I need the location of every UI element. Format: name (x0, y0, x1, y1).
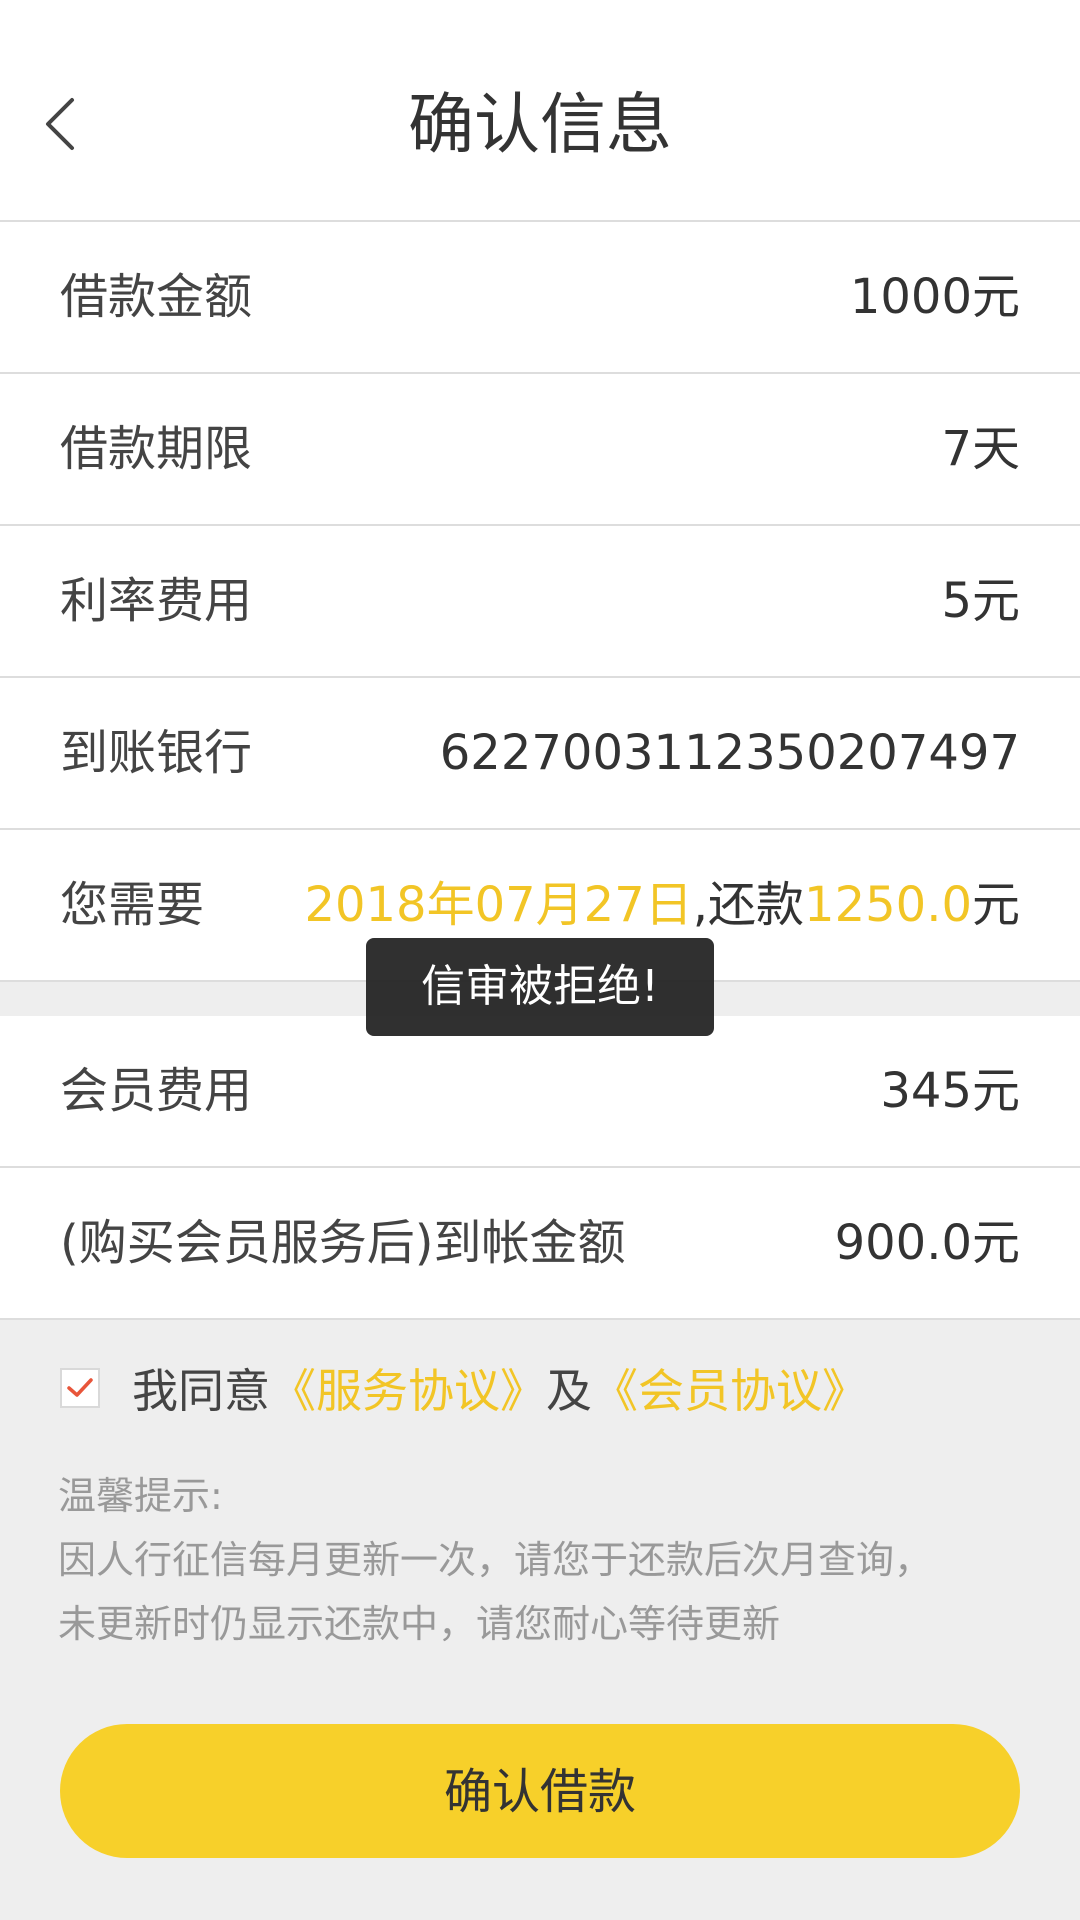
loan-amount-value: 1000元 (849, 269, 1020, 325)
tips-block: 温馨提示: 因人行征信每月更新一次，请您于还款后次月查询， 未更新时仍显示还款中… (58, 1464, 1038, 1656)
agree-checkbox[interactable] (60, 1368, 100, 1408)
tips-line-1: 因人行征信每月更新一次，请您于还款后次月查询， (58, 1538, 933, 1582)
agree-prefix: 我同意 (132, 1364, 270, 1418)
member-fee-row: 会员费用 345元 (0, 1016, 1080, 1168)
header-bar: 确认信息 (0, 0, 1080, 222)
confirm-info-page: 确认信息 借款金额 1000元 借款期限 7天 利率费用 5元 到账银行 622… (0, 0, 1080, 1920)
loan-details-section: 借款金额 1000元 借款期限 7天 利率费用 5元 到账银行 62270031… (0, 222, 1080, 982)
loan-amount-label: 借款金额 (60, 269, 253, 325)
tips-line-2: 未更新时仍显示还款中，请您耐心等待更新 (58, 1602, 781, 1646)
confirm-loan-button[interactable]: 确认借款 (60, 1724, 1020, 1858)
repayment-separator: ,还款 (692, 877, 805, 933)
checkmark-icon (67, 1378, 93, 1397)
repayment-unit: 元 (971, 877, 1020, 933)
service-agreement-link[interactable]: 《服务协议》 (270, 1355, 546, 1421)
member-details-section: 会员费用 345元 (购买会员服务后)到帐金额 900.0元 (0, 1016, 1080, 1320)
member-agreement-link[interactable]: 《会员协议》 (592, 1355, 868, 1421)
interest-fee-label: 利率费用 (60, 573, 253, 629)
receiving-bank-label: 到账银行 (60, 725, 253, 781)
tips-title: 温馨提示: (58, 1474, 223, 1518)
received-amount-value: 900.0元 (834, 1215, 1020, 1271)
agreement-row: 我同意 《服务协议》 及 《会员协议》 (60, 1350, 868, 1426)
member-fee-label: 会员费用 (60, 1063, 253, 1119)
interest-fee-value: 5元 (941, 573, 1020, 629)
interest-fee-row: 利率费用 5元 (0, 526, 1080, 678)
repayment-date: 2018年07月27日 (304, 877, 693, 933)
received-amount-row: (购买会员服务后)到帐金额 900.0元 (0, 1168, 1080, 1320)
toast-message: 信审被拒绝! (366, 938, 714, 1036)
agree-conjunction: 及 (546, 1364, 592, 1418)
page-title: 确认信息 (408, 86, 672, 163)
receiving-bank-value: 6227003112350207497 (439, 725, 1020, 781)
loan-term-value: 7天 (941, 421, 1020, 477)
loan-term-label: 借款期限 (60, 421, 253, 477)
repayment-label: 您需要 (60, 877, 205, 933)
loan-amount-row: 借款金额 1000元 (0, 222, 1080, 374)
received-amount-label: (购买会员服务后)到帐金额 (60, 1215, 626, 1271)
member-fee-value: 345元 (880, 1063, 1020, 1119)
receiving-bank-row: 到账银行 6227003112350207497 (0, 678, 1080, 830)
repayment-amount: 1250.0 (804, 877, 972, 933)
loan-term-row: 借款期限 7天 (0, 374, 1080, 526)
